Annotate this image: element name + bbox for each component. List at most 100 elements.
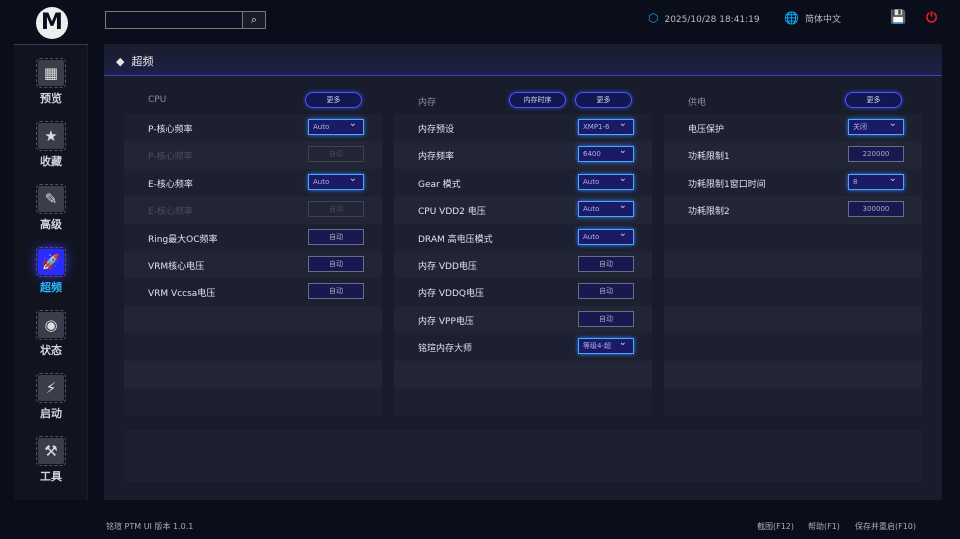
hammer-icon: ⚒	[36, 436, 66, 466]
star-icon: ★	[36, 121, 66, 151]
setting-row: E-核心频率 Auto	[124, 168, 382, 197]
setting-label: P-核心频率	[148, 125, 193, 135]
setting-value-button[interactable]: 自动	[308, 283, 364, 300]
datetime-text: 2025/10/28 18:41:19	[664, 15, 760, 25]
search-input[interactable]	[105, 11, 242, 29]
setting-dropdown[interactable]: Auto	[308, 172, 364, 190]
column-title: 内存	[418, 98, 437, 108]
setting-label: 功耗限制2	[688, 207, 730, 218]
setting-value-button[interactable]: 自动	[578, 255, 634, 272]
setting-label: 内存 VPP电压	[418, 316, 474, 327]
empty-row	[394, 360, 652, 388]
setting-dropdown[interactable]: Auto	[578, 199, 634, 218]
setting-row: DRAM 高电压模式 Auto	[394, 223, 652, 251]
wrench-icon: ✎	[36, 184, 66, 214]
help-link[interactable]: 帮助(F1)	[808, 521, 840, 532]
setting-row: 内存 VDDQ电压 自动	[394, 278, 652, 306]
empty-row	[664, 223, 922, 251]
setting-dropdown[interactable]: 8	[848, 172, 904, 190]
setting-row: 功耗限制2 300000	[664, 196, 922, 224]
sidebar-item-5[interactable]: ⚡ 启动	[14, 373, 88, 421]
language-text: 简体中文	[804, 15, 841, 25]
sidebar-item-0[interactable]: ▦ 预览	[14, 58, 88, 106]
info-area	[124, 430, 922, 482]
setting-value-button[interactable]: 自动	[578, 310, 634, 327]
setting-dropdown[interactable]: Auto	[308, 117, 364, 135]
power-icon[interactable]: ⏻	[926, 11, 937, 25]
sidebar-item-label: 工具	[40, 470, 62, 483]
column-title: CPU	[148, 95, 167, 105]
empty-row	[664, 278, 922, 306]
setting-value-button[interactable]: 300000	[848, 201, 904, 218]
setting-row: 功耗限制1 220000	[664, 141, 922, 169]
divider	[14, 44, 88, 45]
setting-row: 内存 VDD电压 自动	[394, 250, 652, 279]
column-header: 内存 内存时序 更多	[394, 86, 652, 114]
ssd-icon: ⚡	[36, 373, 66, 403]
setting-dropdown[interactable]: 6400	[578, 144, 634, 163]
setting-label: 内存预设	[418, 125, 455, 135]
language-selector[interactable]: 🌐 简体中文	[784, 11, 841, 27]
panel-header: ◆ 超频	[104, 44, 942, 76]
setting-row: E-核心频率 自动	[124, 196, 382, 224]
setting-label: 内存频率	[418, 152, 455, 163]
globe-icon: 🌐	[784, 11, 799, 25]
setting-value-button[interactable]: 220000	[848, 146, 904, 163]
panel-title: ◆ 超频	[116, 55, 154, 68]
setting-dropdown[interactable]: 等级4-超	[578, 336, 634, 355]
setting-label: 内存 VDD电压	[418, 261, 477, 272]
column-title: 供电	[688, 98, 707, 108]
setting-label: Gear 模式	[418, 179, 461, 190]
sidebar-item-label: 超频	[40, 281, 62, 294]
setting-label: P-核心频率	[148, 152, 193, 163]
setting-label: DRAM 高电压模式	[418, 234, 493, 245]
sidebar-item-label: 启动	[40, 407, 62, 420]
settings-column-1: 内存内存时序更多内存预设XMP1-6内存频率6400Gear 模式AutoCPU…	[394, 86, 652, 416]
setting-value-button[interactable]: 自动	[308, 228, 364, 245]
sidebar-item-3[interactable]: 🚀 超频	[14, 247, 88, 295]
setting-label: 内存 VDDQ电压	[418, 289, 484, 300]
column-button[interactable]: 更多	[305, 92, 362, 108]
setting-label: 功耗限制1窗口时间	[688, 179, 766, 190]
screenshot-link[interactable]: 截图(F12)	[757, 521, 794, 532]
column-button[interactable]: 内存时序	[509, 92, 566, 108]
setting-label: 电压保护	[688, 125, 725, 135]
setting-row: P-核心频率 Auto	[124, 114, 382, 142]
sidebar-item-label: 状态	[40, 344, 62, 357]
empty-row	[124, 360, 382, 388]
sidebar-item-2[interactable]: ✎ 高级	[14, 184, 88, 232]
empty-row	[394, 387, 652, 416]
sidebar-item-label: 预览	[40, 92, 62, 105]
empty-row	[664, 250, 922, 279]
setting-row: 电压保护 关闭	[664, 114, 922, 142]
setting-dropdown[interactable]: Auto	[578, 172, 634, 190]
sidebar-item-label: 高级	[40, 218, 62, 231]
setting-row: 内存预设 XMP1-6	[394, 114, 652, 142]
setting-value-button[interactable]: 自动	[308, 255, 364, 272]
save-restart-link[interactable]: 保存并重启(F10)	[855, 521, 916, 532]
column-button[interactable]: 更多	[575, 92, 632, 108]
setting-dropdown[interactable]: Auto	[578, 227, 634, 245]
setting-row: 铭瑄内存大师 等级4-超	[394, 333, 652, 361]
settings-column-2: 供电 更多电压保护 关闭功耗限制1 220000 功耗限制1窗口时间 8 功耗限制2 3000…	[664, 86, 922, 416]
sidebar-item-label: 收藏	[40, 155, 62, 168]
sidebar-item-6[interactable]: ⚒ 工具	[14, 436, 88, 484]
setting-label: 功耗限制1	[688, 152, 730, 163]
setting-row: VRM Vccsa电压 自动	[124, 278, 382, 306]
hex-settings-icon: ⬡	[648, 11, 659, 25]
setting-dropdown[interactable]: 关闭	[848, 117, 904, 135]
search-button[interactable]: ⌕	[242, 11, 266, 29]
setting-row: 功耗限制1窗口时间 8	[664, 168, 922, 197]
save-icon[interactable]: 💾	[890, 11, 906, 25]
sidebar-item-4[interactable]: ◉ 状态	[14, 310, 88, 358]
setting-value-button[interactable]: 自动	[578, 283, 634, 300]
setting-label: E-核心频率	[148, 179, 193, 190]
sidebar-item-1[interactable]: ★ 收藏	[14, 121, 88, 169]
setting-row: Ring最大OC频率 自动	[124, 223, 382, 251]
setting-dropdown[interactable]: XMP1-6	[578, 117, 634, 135]
eye-icon: ◉	[36, 310, 66, 340]
column-button[interactable]: 更多	[845, 92, 902, 108]
empty-row	[664, 333, 922, 361]
setting-row: P-核心频率 自动	[124, 141, 382, 169]
grid-icon: ▦	[36, 58, 66, 88]
